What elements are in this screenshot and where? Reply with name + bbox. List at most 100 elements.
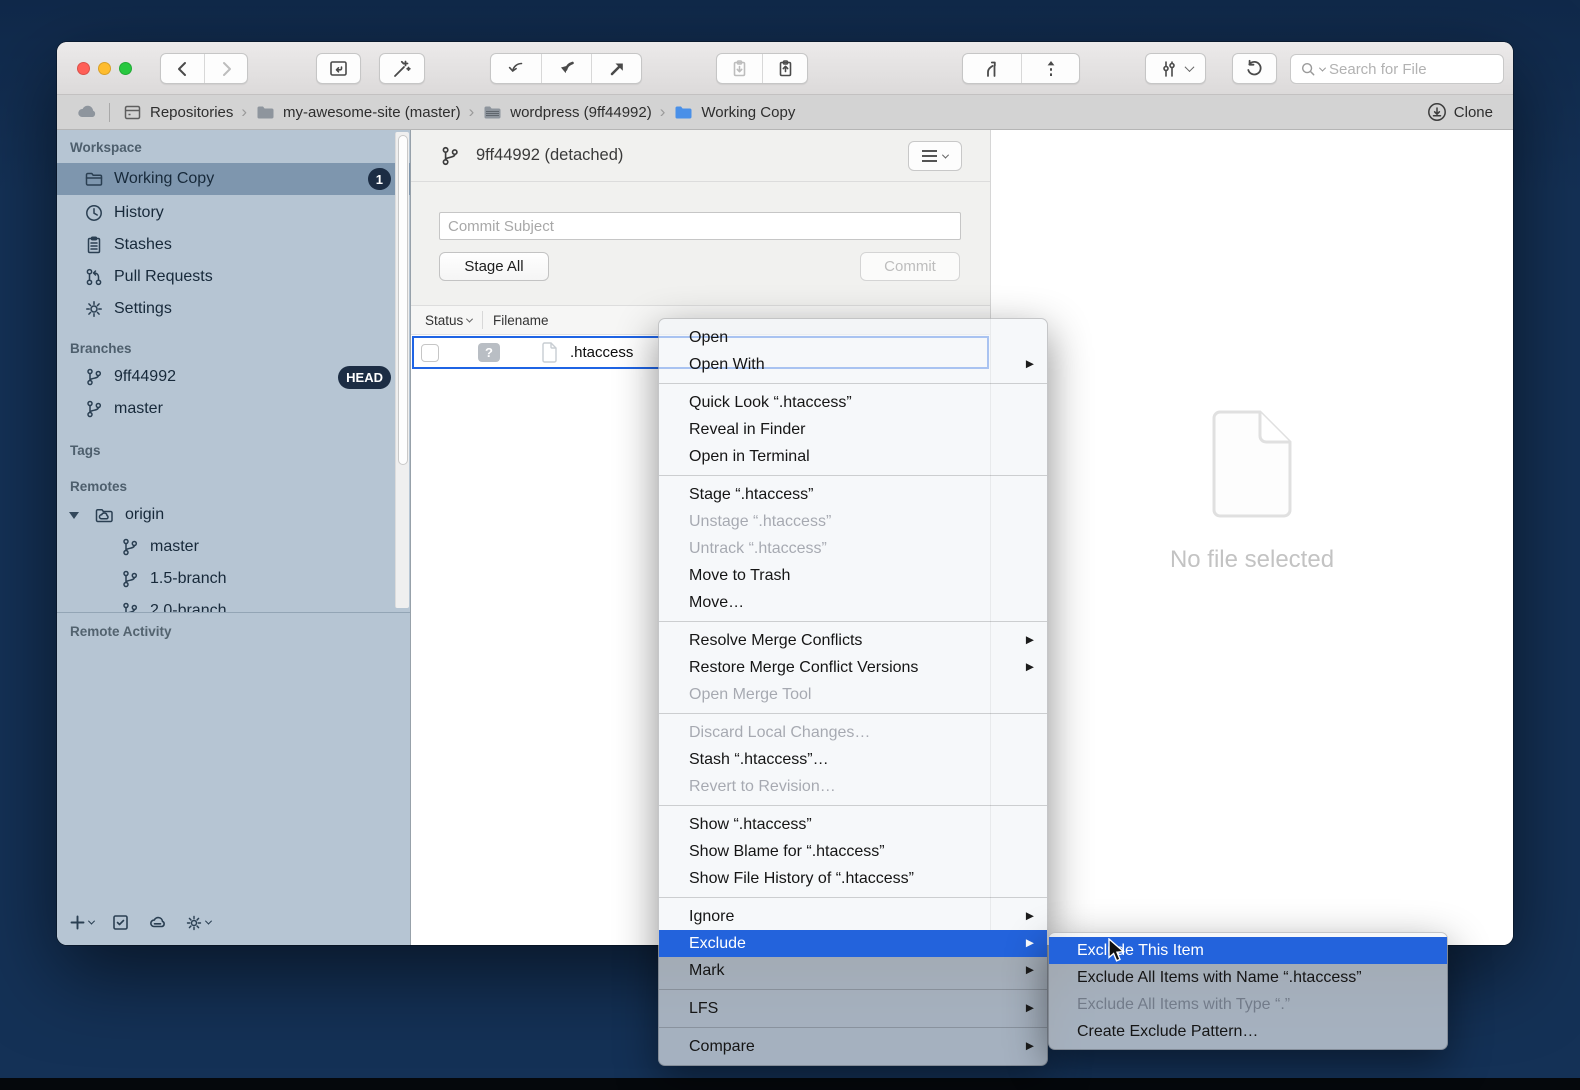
merge-button[interactable] (963, 54, 1021, 83)
zoom-window-button[interactable] (119, 62, 132, 75)
stage-all-button[interactable]: Stage All (439, 252, 549, 281)
disclosure-triangle-icon[interactable] (69, 512, 79, 519)
menu-item-lfs[interactable]: LFS (659, 995, 1047, 1022)
sidebar-item-pull-requests[interactable]: Pull Requests (57, 261, 410, 293)
sidebar-remote-branch-1-5[interactable]: 1.5-branch (57, 563, 410, 595)
menu-item-ignore[interactable]: Ignore (659, 903, 1047, 930)
change-count-badge: 1 (368, 168, 391, 190)
clone-button[interactable]: Clone (1426, 101, 1493, 123)
stash-button[interactable] (717, 54, 762, 83)
menu-item-open-with[interactable]: Open With (659, 351, 1047, 378)
search-field[interactable] (1290, 54, 1504, 84)
add-button[interactable] (69, 914, 94, 931)
forward-button[interactable] (204, 54, 247, 83)
menu-item-mark[interactable]: Mark (659, 957, 1047, 984)
filename-column-header[interactable]: Filename (493, 313, 549, 328)
sliders-icon (1159, 59, 1179, 79)
menu-item-show[interactable]: Show “.htaccess” (659, 811, 1047, 838)
breadcrumb-divider (109, 103, 110, 122)
sidebar-branch-9ff44992[interactable]: 9ff44992 HEAD (57, 361, 410, 393)
repository-panel-icon (328, 58, 349, 79)
quick-actions-button[interactable] (379, 53, 425, 84)
sidebar-remote-origin[interactable]: origin (57, 499, 410, 531)
refresh-button[interactable] (1232, 53, 1277, 84)
pull-button[interactable] (541, 54, 591, 83)
branch-label: 2.0-branch (150, 602, 227, 612)
search-input[interactable] (1329, 61, 1494, 78)
commit-subject-input[interactable] (439, 212, 961, 240)
settings-menu-button[interactable] (185, 914, 211, 932)
desktop: { "colors": { "accent": "#2363dc", "desk… (0, 0, 1580, 1090)
breadcrumb-repositories[interactable]: Repositories (122, 102, 233, 123)
menu-item-open-in-terminal[interactable]: Open in Terminal (659, 443, 1047, 470)
gear-icon (84, 299, 104, 319)
menu-item-compare[interactable]: Compare (659, 1033, 1047, 1060)
apply-stash-button[interactable] (762, 54, 807, 83)
menu-item-resolve-merge-conflicts[interactable]: Resolve Merge Conflicts (659, 627, 1047, 654)
menu-item-restore-merge-conflict-versions[interactable]: Restore Merge Conflict Versions (659, 654, 1047, 681)
sidebar-section-divider (57, 612, 410, 613)
breadcrumb-repo[interactable]: my-awesome-site (master) (255, 102, 461, 123)
menu-item-show-file-history[interactable]: Show File History of “.htaccess” (659, 865, 1047, 892)
column-divider[interactable] (482, 311, 483, 329)
menu-item-discard-local-changes: Discard Local Changes… (659, 719, 1047, 746)
chevron-down-icon[interactable] (466, 315, 473, 322)
branch-label: 9ff44992 (114, 368, 176, 386)
back-button[interactable] (161, 54, 204, 83)
breadcrumb-working-copy[interactable]: Working Copy (673, 102, 795, 123)
submenu-item-exclude-all-with-name[interactable]: Exclude All Items with Name “.htaccess” (1049, 964, 1447, 991)
open-repository-button[interactable] (316, 53, 361, 84)
list-options-button[interactable] (908, 141, 962, 171)
breadcrumb: Repositories › my-awesome-site (master) … (57, 95, 1513, 130)
sidebar-item-settings[interactable]: Settings (57, 293, 410, 325)
history-nav-group (160, 53, 248, 84)
context-menu: Open Open With Quick Look “.htaccess” Re… (658, 318, 1048, 1066)
sidebar-remote-branch-2-0[interactable]: 2.0-branch (57, 595, 410, 612)
minimize-window-button[interactable] (98, 62, 111, 75)
submenu-item-create-exclude-pattern[interactable]: Create Exclude Pattern… (1049, 1018, 1447, 1045)
sidebar-item-stashes[interactable]: Stashes (57, 229, 410, 261)
sidebar-item-label: History (114, 204, 164, 222)
sidebar-branch-master[interactable]: master (57, 393, 410, 425)
menu-item-move-to-trash[interactable]: Move to Trash (659, 562, 1047, 589)
menu-item-exclude[interactable]: Exclude (659, 930, 1047, 957)
rebase-button[interactable] (1021, 54, 1079, 83)
remote-folder-icon (94, 505, 115, 526)
scrollbar-thumb[interactable] (398, 135, 408, 465)
checkbox-tray-icon (111, 913, 130, 932)
menu-item-open-merge-tool: Open Merge Tool (659, 681, 1047, 708)
view-options-button[interactable] (1145, 53, 1206, 84)
section-header-remotes: Remotes (57, 477, 410, 497)
stage-checkbox[interactable] (421, 344, 439, 362)
status-column-header[interactable]: Status (411, 313, 467, 328)
menu-item-quick-look[interactable]: Quick Look “.htaccess” (659, 389, 1047, 416)
fetch-button[interactable] (491, 54, 541, 83)
cloud-icon (147, 912, 168, 933)
detail-panel: No file selected (990, 130, 1513, 945)
menu-item-move[interactable]: Move… (659, 589, 1047, 616)
menu-item-stage[interactable]: Stage “.htaccess” (659, 481, 1047, 508)
menu-item-revert-to-revision: Revert to Revision… (659, 773, 1047, 800)
menu-item-stash[interactable]: Stash “.htaccess”… (659, 746, 1047, 773)
menu-item-reveal-in-finder[interactable]: Reveal in Finder (659, 416, 1047, 443)
sidebar-item-working-copy[interactable]: Working Copy 1 (57, 163, 410, 195)
menu-item-open[interactable]: Open (659, 324, 1047, 351)
sidebar-scrollbar[interactable] (395, 132, 409, 608)
sidebar-scroll-area: Workspace Working Copy 1 History Stashes… (57, 130, 410, 612)
breadcrumb-folder[interactable]: wordpress (9ff44992) (482, 102, 651, 123)
cloud-icon[interactable] (75, 100, 99, 124)
close-window-button[interactable] (77, 62, 90, 75)
clock-icon (84, 203, 104, 223)
archive-folder-icon (482, 102, 503, 123)
sidebar-remote-branch-master[interactable]: master (57, 531, 410, 563)
push-button[interactable] (591, 54, 641, 83)
menu-item-show-blame[interactable]: Show Blame for “.htaccess” (659, 838, 1047, 865)
sidebar-item-history[interactable]: History (57, 197, 410, 229)
commit-button[interactable]: Commit (860, 252, 960, 281)
inbox-button[interactable] (111, 913, 130, 932)
screen-bottom-strip (0, 1078, 1580, 1090)
cloud-services-button[interactable] (147, 912, 168, 933)
menu-separator (659, 897, 1047, 898)
folder-icon (255, 102, 276, 123)
branch-label: master (150, 538, 199, 556)
